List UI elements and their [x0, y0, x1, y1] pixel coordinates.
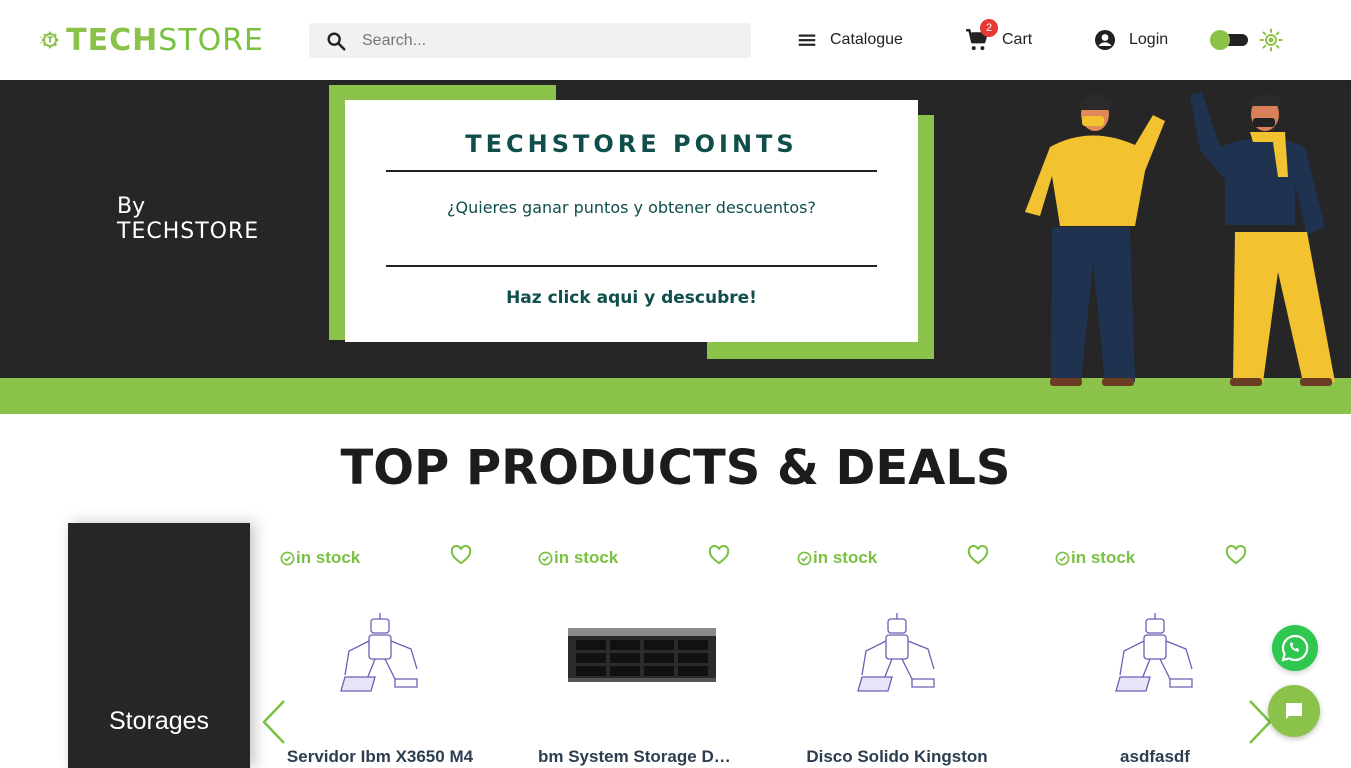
product-card[interactable]: in stock Servidor Ibm X3650 M4: [280, 540, 490, 768]
whatsapp-button[interactable]: [1272, 625, 1318, 671]
techstore-logo[interactable]: T TECHSTORE: [40, 14, 264, 66]
cart-count-badge: 2: [980, 19, 998, 37]
carousel-prev-arrow-icon[interactable]: [260, 699, 288, 745]
chat-bubble-icon: [1286, 703, 1302, 719]
menu-icon: [798, 34, 816, 46]
theme-toggle[interactable]: [1210, 30, 1248, 50]
cart-button[interactable]: 2 Cart: [964, 19, 1033, 56]
check-circle-icon: [538, 551, 553, 565]
product-image[interactable]: [564, 610, 720, 700]
promo-divider: [386, 265, 877, 267]
promo-card[interactable]: TECHSTORE POINTS ¿Quieres ganar puntos y…: [345, 100, 918, 342]
whatsapp-icon: [1281, 634, 1309, 662]
category-tile-storages[interactable]: Storages: [68, 523, 250, 768]
heart-icon[interactable]: [450, 545, 472, 565]
check-circle-icon: [797, 551, 812, 565]
stock-label: in stock: [554, 548, 619, 567]
heart-icon[interactable]: [1225, 545, 1247, 565]
search-bar[interactable]: [309, 23, 751, 58]
robot-placeholder-icon: [1115, 613, 1193, 692]
stock-label: in stock: [813, 548, 878, 567]
cart-label: Cart: [1002, 31, 1033, 48]
logo-tech-text: TECH: [66, 22, 159, 58]
toggle-knob: [1210, 30, 1230, 50]
search-input[interactable]: [362, 31, 722, 50]
product-card[interactable]: in stock asdfasdf: [1055, 540, 1265, 768]
catalogue-button[interactable]: Catalogue: [796, 24, 903, 56]
promo-cta[interactable]: Haz click aqui y descubre!: [345, 288, 918, 308]
banner-brand-text: TECHSTORE: [117, 219, 260, 244]
robot-placeholder-icon: [857, 613, 935, 692]
product-image[interactable]: [1085, 610, 1225, 700]
storage-rack-icon: [568, 628, 716, 682]
login-button[interactable]: Login: [1093, 24, 1168, 56]
banner-byline: By TECHSTORE: [117, 194, 259, 244]
product-name[interactable]: bm System Storage DS3512: [538, 747, 738, 767]
promo-question: ¿Quieres ganar puntos y obtener descuent…: [447, 198, 816, 217]
promo-title: TECHSTORE POINTS: [465, 130, 798, 158]
search-icon[interactable]: [325, 30, 347, 52]
heart-icon[interactable]: [708, 545, 730, 565]
product-name[interactable]: asdfasdf: [1055, 747, 1255, 767]
heart-icon[interactable]: [967, 545, 989, 565]
login-label: Login: [1129, 31, 1169, 48]
promo-card-frame: TECHSTORE POINTS ¿Quieres ganar puntos y…: [329, 85, 934, 359]
svg-text:T: T: [47, 36, 53, 45]
stock-status: in stock: [538, 548, 618, 568]
stock-label: in stock: [296, 548, 361, 567]
check-circle-icon: [280, 551, 295, 565]
product-card[interactable]: in stock bm System Storage DS3512: [538, 540, 748, 768]
gear-logo-icon: T: [40, 31, 59, 49]
category-label: Storages: [108, 707, 210, 735]
people-waving-illustration: [1025, 92, 1335, 386]
points-promo-banner[interactable]: By TECHSTORE TECHSTORE POINTS ¿Quieres g…: [0, 80, 1351, 414]
product-image[interactable]: [827, 610, 967, 700]
catalogue-label: Catalogue: [830, 31, 903, 48]
top-navbar: T TECHSTORE Catalogue 2 Cart: [0, 0, 1351, 80]
account-circle-icon: [1095, 30, 1115, 50]
stock-label: in stock: [1071, 548, 1136, 567]
stock-status: in stock: [1055, 548, 1135, 568]
stock-status: in stock: [280, 548, 360, 568]
logo-store-text: STORE: [158, 22, 264, 58]
product-name[interactable]: Servidor Ibm X3650 M4: [280, 747, 480, 767]
product-image[interactable]: [310, 610, 450, 700]
stock-status: in stock: [797, 548, 877, 568]
robot-placeholder-icon: [340, 613, 418, 692]
promo-divider: [386, 170, 877, 172]
product-card[interactable]: in stock Disco Solido Kingston: [797, 540, 1007, 768]
section-title: TOP PRODUCTS & DEALS: [340, 440, 1011, 496]
product-name[interactable]: Disco Solido Kingston: [797, 747, 997, 767]
banner-by-text: By: [117, 194, 146, 219]
sun-icon[interactable]: [1259, 28, 1283, 52]
chat-button[interactable]: [1268, 685, 1320, 737]
check-circle-icon: [1055, 551, 1070, 565]
